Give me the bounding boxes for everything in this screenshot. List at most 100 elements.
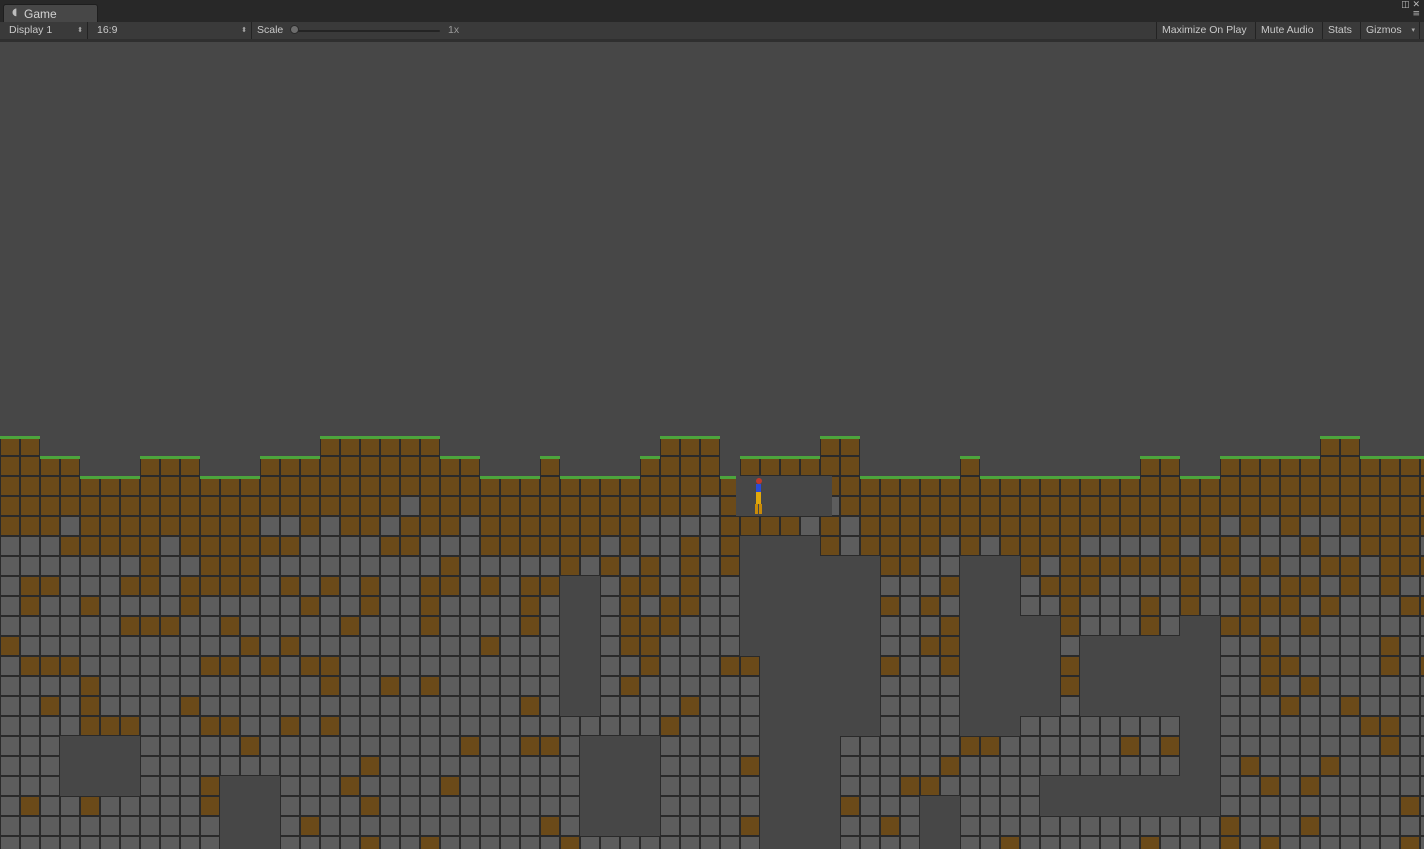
stone-tile <box>840 816 860 836</box>
stone-tile <box>1080 716 1100 736</box>
stone-tile <box>80 656 100 676</box>
stone-tile <box>1060 756 1080 776</box>
stone-tile <box>1340 636 1360 656</box>
dirt-tile <box>0 636 20 656</box>
grass-strip <box>1200 476 1220 479</box>
stone-tile <box>520 636 540 656</box>
stone-tile <box>1240 716 1260 736</box>
stone-tile <box>460 716 480 736</box>
grass-strip <box>540 456 560 459</box>
stone-tile <box>600 616 620 636</box>
stone-tile <box>1040 596 1060 616</box>
stone-tile <box>1420 616 1424 636</box>
dirt-tile <box>500 496 520 516</box>
stone-tile <box>340 756 360 776</box>
dirt-tile <box>460 456 480 476</box>
stone-tile <box>900 676 920 696</box>
stone-tile <box>660 816 680 836</box>
stone-tile <box>1380 836 1400 849</box>
stone-tile <box>1240 556 1260 576</box>
grass-strip <box>1300 456 1320 459</box>
stone-tile <box>20 716 40 736</box>
dirt-tile <box>880 816 900 836</box>
grass-strip <box>1420 456 1424 459</box>
stone-tile <box>1360 836 1380 849</box>
grass-strip <box>380 436 400 439</box>
dirt-tile <box>320 476 340 496</box>
stone-tile <box>380 616 400 636</box>
stone-tile <box>1340 676 1360 696</box>
stone-tile <box>500 636 520 656</box>
dirt-tile <box>380 436 400 456</box>
stone-tile <box>180 816 200 836</box>
dirt-tile <box>1120 496 1140 516</box>
dirt-tile <box>1000 516 1020 536</box>
dirt-tile <box>640 656 660 676</box>
stone-tile <box>620 716 640 736</box>
stone-tile <box>680 816 700 836</box>
stone-tile <box>1100 716 1120 736</box>
grass-strip <box>1340 436 1360 439</box>
dirt-tile <box>480 536 500 556</box>
stone-tile <box>140 836 160 849</box>
stone-tile <box>660 756 680 776</box>
grass-strip <box>320 436 340 439</box>
stone-tile <box>1060 816 1080 836</box>
dirt-tile <box>1360 516 1380 536</box>
stone-tile <box>720 756 740 776</box>
dirt-tile <box>900 516 920 536</box>
stone-tile <box>400 676 420 696</box>
dirt-tile <box>880 596 900 616</box>
stone-tile <box>60 576 80 596</box>
dirt-tile <box>1380 476 1400 496</box>
dirt-tile <box>1240 456 1260 476</box>
dirt-tile <box>160 516 180 536</box>
dirt-tile <box>1120 516 1140 536</box>
dirt-tile <box>20 476 40 496</box>
dirt-tile <box>80 536 100 556</box>
dirt-tile <box>840 436 860 456</box>
stone-tile <box>320 516 340 536</box>
stone-tile <box>1200 816 1220 836</box>
stone-tile <box>660 796 680 816</box>
stone-tile <box>500 716 520 736</box>
stone-tile <box>440 696 460 716</box>
stone-tile <box>100 596 120 616</box>
stone-tile <box>340 736 360 756</box>
stone-tile <box>460 756 480 776</box>
stone-tile <box>400 736 420 756</box>
dirt-tile <box>260 536 280 556</box>
stone-tile <box>1100 756 1120 776</box>
stone-tile <box>1200 576 1220 596</box>
stone-tile <box>660 656 680 676</box>
stone-tile <box>840 836 860 849</box>
grass-strip <box>980 476 1000 479</box>
stone-tile <box>1140 816 1160 836</box>
stone-tile <box>900 696 920 716</box>
dirt-tile <box>1360 716 1380 736</box>
stone-tile <box>1200 836 1220 849</box>
stone-tile <box>540 616 560 636</box>
stone-tile <box>620 556 640 576</box>
dirt-tile <box>1260 676 1280 696</box>
dirt-tile <box>320 656 340 676</box>
stone-tile <box>300 696 320 716</box>
dirt-tile <box>320 436 340 456</box>
stone-tile <box>500 756 520 776</box>
stone-tile <box>220 596 240 616</box>
stone-tile <box>860 796 880 816</box>
grass-strip <box>1180 476 1200 479</box>
stone-tile <box>1360 576 1380 596</box>
dirt-tile <box>440 556 460 576</box>
dirt-tile <box>420 576 440 596</box>
dirt-tile <box>1220 836 1240 849</box>
dirt-tile <box>380 676 400 696</box>
dirt-tile <box>580 536 600 556</box>
grass-strip <box>140 456 160 459</box>
game-viewport[interactable] <box>0 0 1424 849</box>
stone-tile <box>880 696 900 716</box>
dirt-tile <box>240 476 260 496</box>
dirt-tile <box>500 476 520 496</box>
dirt-tile <box>560 836 580 849</box>
dirt-tile <box>40 496 60 516</box>
